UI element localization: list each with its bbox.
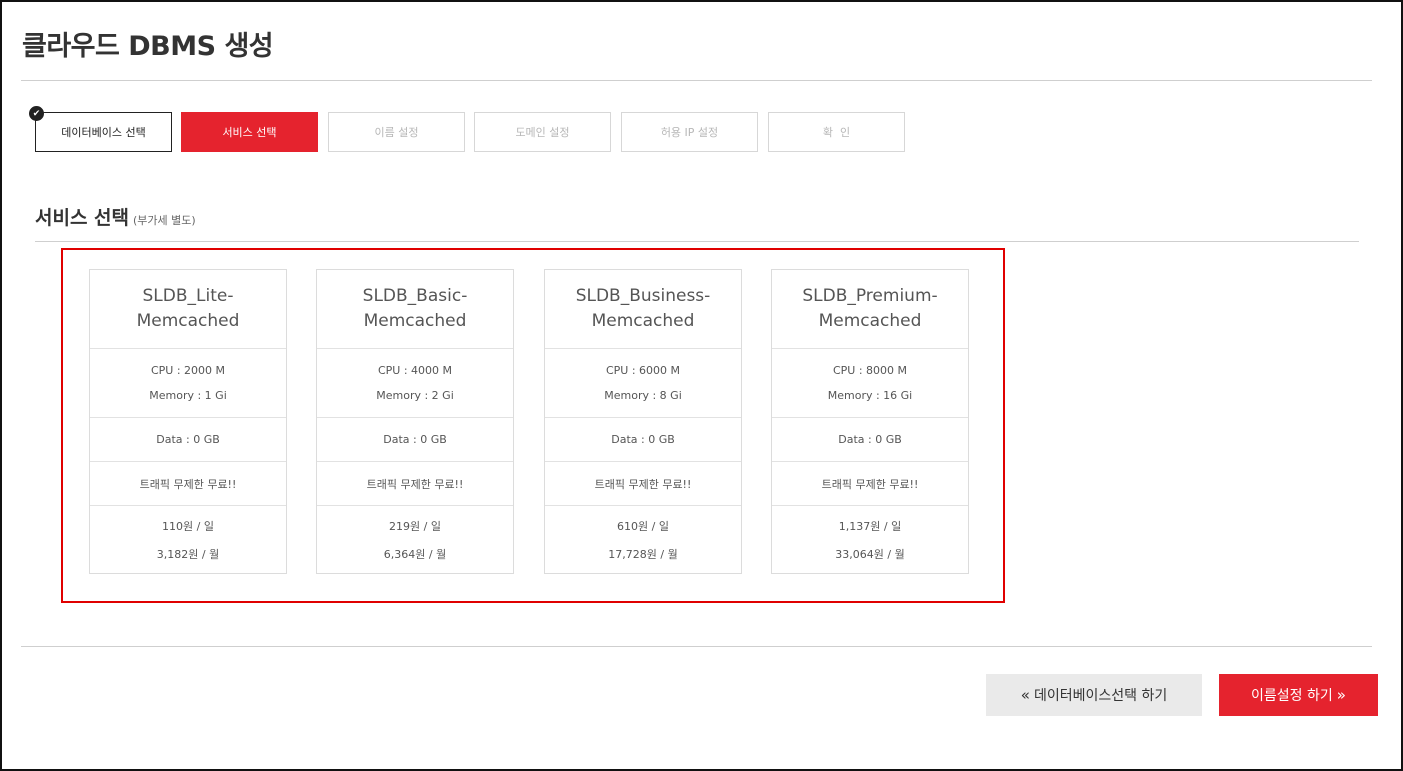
step-confirm[interactable]: 확 인	[768, 112, 905, 152]
step-domain-setting[interactable]: 도메인 설정	[474, 112, 611, 152]
plan-data-size: Data : 0 GB	[383, 433, 447, 446]
step-label: 허용 IP 설정	[660, 126, 719, 139]
section-heading: 서비스 선택 (부가세 별도)	[35, 203, 196, 230]
divider	[21, 646, 1372, 647]
next-name-setting-button[interactable]: 이름설정 하기 »	[1219, 674, 1378, 716]
plan-price-month: 17,728원 / 월	[608, 547, 678, 561]
plan-name: SLDB_Business- Memcached	[545, 270, 741, 349]
plan-card-basic[interactable]: SLDB_Basic- Memcached CPU : 4000 M Memory…	[316, 269, 514, 574]
plan-memory: Memory : 8 Gi	[604, 389, 682, 402]
plan-traffic-text: 트래픽 무제한 무료!!	[594, 477, 692, 491]
plan-spec: CPU : 4000 M Memory : 2 Gi	[317, 349, 513, 418]
prev-button-label: 데이터베이스선택 하기	[1033, 688, 1168, 704]
plan-traffic-text: 트래픽 무제한 무료!!	[821, 477, 919, 491]
step-name-setting[interactable]: 이름 설정	[328, 112, 465, 152]
plan-price-month: 33,064원 / 월	[835, 547, 905, 561]
plan-price-month: 3,182원 / 월	[156, 547, 220, 561]
plan-name: SLDB_Premium- Memcached	[772, 270, 968, 349]
divider	[35, 241, 1359, 242]
plan-cpu: CPU : 2000 M	[150, 364, 226, 377]
double-chevron-left-icon: «	[1020, 686, 1030, 704]
plan-name-line2: Memcached	[136, 311, 240, 331]
plan-memory: Memory : 1 Gi	[149, 389, 227, 402]
step-label: 서비스 선택	[222, 126, 277, 139]
section-title: 서비스 선택	[35, 207, 130, 229]
step-label: 도메인 설정	[515, 126, 570, 139]
plan-price-day: 110원 / 일	[162, 519, 214, 533]
plan-card-business[interactable]: SLDB_Business- Memcached CPU : 6000 M Mem…	[544, 269, 742, 574]
plan-data-size: Data : 0 GB	[838, 433, 902, 446]
checkmark-icon: ✔	[29, 106, 44, 121]
plan-name: SLDB_Lite- Memcached	[90, 270, 286, 349]
plan-spec: CPU : 2000 M Memory : 1 Gi	[90, 349, 286, 418]
step-database-select[interactable]: ✔ 데이터베이스 선택	[29, 106, 172, 152]
plan-traffic-text: 트래픽 무제한 무료!!	[139, 477, 237, 491]
plan-traffic: 트래픽 무제한 무료!!	[90, 462, 286, 506]
plan-price-month: 6,364원 / 월	[383, 547, 447, 561]
step-label: 데이터베이스 선택	[61, 126, 146, 139]
plan-price-day: 1,137원 / 일	[838, 519, 902, 533]
plan-data-size: Data : 0 GB	[611, 433, 675, 446]
plan-spec: CPU : 8000 M Memory : 16 Gi	[772, 349, 968, 418]
plan-name-line1: SLDB_Premium-	[802, 286, 938, 306]
double-chevron-right-icon: »	[1336, 686, 1346, 704]
vat-note: (부가세 별도)	[133, 214, 196, 227]
step-label: 확 인	[822, 126, 851, 139]
plan-data: Data : 0 GB	[90, 418, 286, 462]
plan-price: 610원 / 일 17,728원 / 월	[545, 506, 741, 573]
plan-name-line2: Memcached	[591, 311, 695, 331]
plan-name-line1: SLDB_Basic-	[362, 286, 468, 306]
plan-data-size: Data : 0 GB	[156, 433, 220, 446]
plan-name-line2: Memcached	[818, 311, 922, 331]
divider	[21, 80, 1372, 81]
next-button-label: 이름설정 하기	[1251, 688, 1333, 704]
plan-traffic: 트래픽 무제한 무료!!	[545, 462, 741, 506]
plan-price-day: 219원 / 일	[389, 519, 441, 533]
plan-cpu: CPU : 8000 M	[832, 364, 908, 377]
plan-card-premium[interactable]: SLDB_Premium- Memcached CPU : 8000 M Memo…	[771, 269, 969, 574]
plan-price: 1,137원 / 일 33,064원 / 월	[772, 506, 968, 573]
prev-database-select-button[interactable]: « 데이터베이스선택 하기	[986, 674, 1202, 716]
plan-name-line1: SLDB_Lite-	[142, 286, 234, 306]
plan-price: 219원 / 일 6,364원 / 월	[317, 506, 513, 573]
plan-name-line2: Memcached	[363, 311, 467, 331]
plan-price: 110원 / 일 3,182원 / 월	[90, 506, 286, 573]
plan-traffic: 트래픽 무제한 무료!!	[317, 462, 513, 506]
plan-memory: Memory : 2 Gi	[376, 389, 454, 402]
plan-spec: CPU : 6000 M Memory : 8 Gi	[545, 349, 741, 418]
step-label: 이름 설정	[374, 126, 419, 139]
plan-name: SLDB_Basic- Memcached	[317, 270, 513, 349]
plan-data: Data : 0 GB	[772, 418, 968, 462]
step-service-select[interactable]: 서비스 선택	[181, 112, 318, 152]
plan-card-lite[interactable]: SLDB_Lite- Memcached CPU : 2000 M Memory …	[89, 269, 287, 574]
plan-data: Data : 0 GB	[317, 418, 513, 462]
plan-traffic-text: 트래픽 무제한 무료!!	[366, 477, 464, 491]
plan-cpu: CPU : 4000 M	[377, 364, 453, 377]
plan-memory: Memory : 16 Gi	[827, 389, 913, 402]
plan-name-line1: SLDB_Business-	[575, 286, 711, 306]
plan-data: Data : 0 GB	[545, 418, 741, 462]
page-title: 클라우드 DBMS 생성	[22, 31, 274, 62]
plan-cpu: CPU : 6000 M	[605, 364, 681, 377]
step-allowed-ip-setting[interactable]: 허용 IP 설정	[621, 112, 758, 152]
plan-price-day: 610원 / 일	[617, 519, 669, 533]
plan-traffic: 트래픽 무제한 무료!!	[772, 462, 968, 506]
